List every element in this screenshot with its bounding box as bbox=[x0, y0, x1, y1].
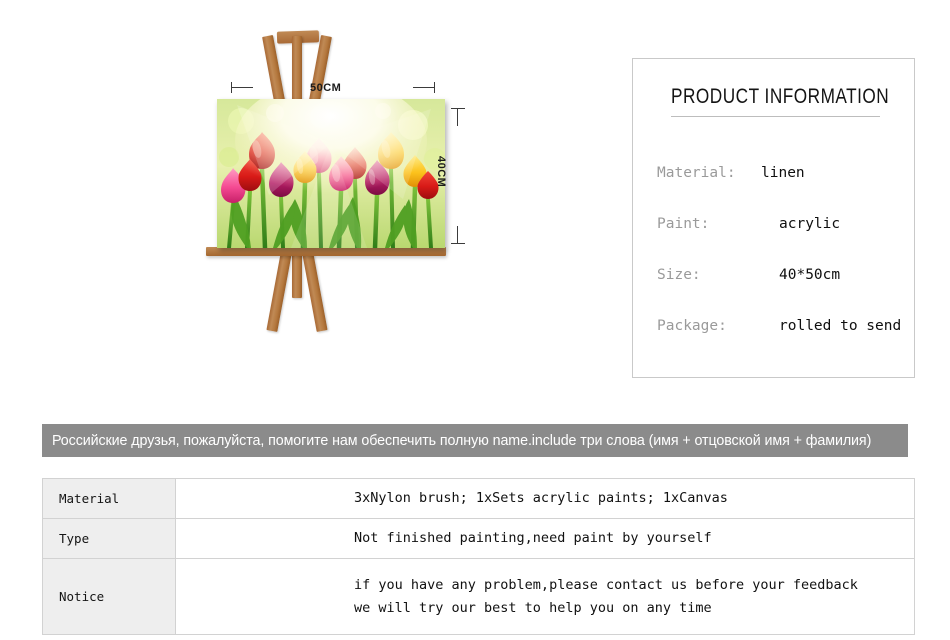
height-dimension-line-top bbox=[457, 108, 458, 126]
product-information-panel: PRODUCT INFORMATION Material: linen Paint… bbox=[632, 58, 915, 378]
table-value-material: 3xNylon brush; 1xSets acrylic paints; 1x… bbox=[175, 478, 915, 519]
product-information-title: PRODUCT INFORMATION bbox=[671, 85, 890, 108]
spec-value-size: 40*50cm bbox=[779, 267, 841, 283]
tulip-painting-canvas bbox=[217, 99, 445, 248]
easel-tray bbox=[206, 247, 446, 256]
spec-value-package: rolled to send bbox=[779, 318, 902, 334]
easel-illustration: 50CM 40CM bbox=[0, 0, 620, 410]
table-label-type: Type bbox=[42, 518, 176, 559]
table-row: Type Not finished painting,need paint by… bbox=[42, 518, 915, 559]
width-dimension-cap-left bbox=[231, 82, 232, 93]
height-dimension-line-bottom bbox=[457, 226, 458, 244]
width-dimension-line-left bbox=[231, 87, 253, 88]
height-dimension-label: 40CM bbox=[435, 156, 447, 188]
width-dimension-cap-right bbox=[434, 82, 435, 93]
table-value-type: Not finished painting,need paint by your… bbox=[175, 518, 915, 559]
spec-value-material: linen bbox=[761, 165, 805, 181]
width-dimension-label: 50CM bbox=[310, 82, 342, 94]
table-value-line: 3xNylon brush; 1xSets acrylic paints; 1x… bbox=[354, 490, 728, 507]
table-row: Material 3xNylon brush; 1xSets acrylic p… bbox=[42, 478, 915, 519]
table-value-line: we will try our best to help you on any … bbox=[354, 599, 712, 616]
spec-row-paint: Paint: acrylic bbox=[657, 216, 907, 232]
product-spec-table: Material 3xNylon brush; 1xSets acrylic p… bbox=[42, 478, 915, 635]
spec-label-paint: Paint: bbox=[657, 216, 710, 232]
russian-notice-banner: Российские друзья, пожалуйста, помогите … bbox=[42, 424, 908, 457]
table-row: Notice if you have any problem,please co… bbox=[42, 558, 915, 635]
table-value-notice: if you have any problem,please contact u… bbox=[175, 558, 915, 635]
spec-row-size: Size: 40*50cm bbox=[657, 267, 907, 283]
table-label-notice: Notice bbox=[42, 558, 176, 635]
spec-row-material: Material: linen bbox=[657, 165, 907, 181]
width-dimension-line-right bbox=[413, 87, 435, 88]
spec-label-package: Package: bbox=[657, 318, 727, 334]
spec-label-size: Size: bbox=[657, 267, 701, 283]
table-label-material: Material bbox=[42, 478, 176, 519]
table-value-line: Not finished painting,need paint by your… bbox=[354, 530, 712, 547]
height-dimension-cap-top bbox=[451, 108, 465, 109]
tulip-painting-art bbox=[217, 99, 445, 248]
title-underline bbox=[671, 116, 880, 117]
russian-notice-text: Российские друзья, пожалуйста, помогите … bbox=[52, 432, 872, 449]
spec-row-package: Package: rolled to send bbox=[657, 318, 907, 334]
height-dimension-cap-bottom bbox=[451, 243, 465, 244]
spec-value-paint: acrylic bbox=[779, 216, 841, 232]
spec-label-material: Material: bbox=[657, 165, 736, 181]
table-value-line: if you have any problem,please contact u… bbox=[354, 577, 858, 594]
